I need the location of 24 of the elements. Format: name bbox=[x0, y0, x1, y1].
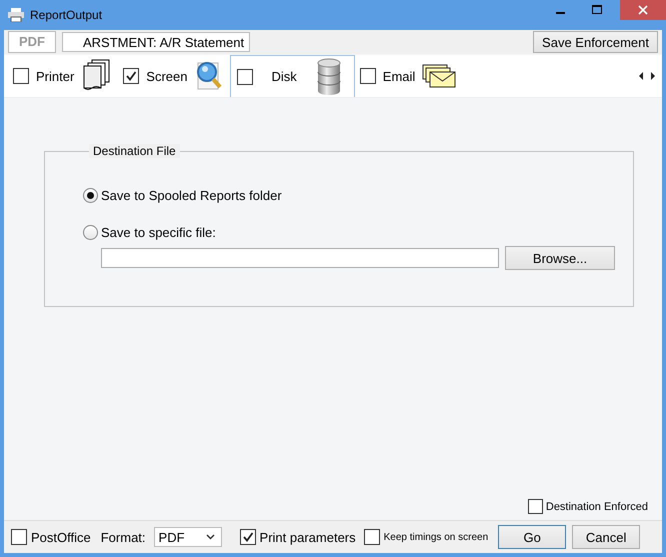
tab-label: Printer bbox=[36, 68, 74, 84]
save-enforcement-button[interactable]: Save Enforcement bbox=[533, 31, 658, 53]
postoffice-label: PostOffice bbox=[31, 530, 91, 544]
keep-timings-label: Keep timings on screen bbox=[384, 532, 488, 542]
window-title: ReportOutput bbox=[30, 8, 102, 22]
destination-enforced-label: Destination Enforced bbox=[546, 500, 648, 512]
dialog-button[interactable]: Go bbox=[498, 525, 566, 549]
group-title: Destination File bbox=[89, 144, 180, 158]
format-dropdown[interactable]: PDF bbox=[154, 527, 222, 547]
option-label: Save to specific file: bbox=[101, 225, 216, 240]
destination-tab[interactable]: Disk bbox=[230, 55, 355, 97]
format-label: PDF bbox=[8, 31, 56, 53]
format-label: Format: bbox=[100, 530, 146, 544]
tab-label: Disk bbox=[272, 69, 297, 84]
browse-button[interactable]: Browse... bbox=[505, 246, 615, 270]
print-parameters-label: Print parameters bbox=[260, 530, 356, 544]
dialog-button[interactable]: Cancel bbox=[572, 525, 640, 549]
destination-tab[interactable]: Email bbox=[354, 55, 464, 97]
report-name-field: ARSTMENT: A/R Statement bbox=[62, 32, 250, 52]
tab-label: Email bbox=[382, 68, 416, 84]
option-label: Save to Spooled Reports folder bbox=[101, 188, 282, 203]
destination-tab[interactable]: Screen bbox=[118, 55, 230, 97]
destination-tab[interactable]: Printer bbox=[8, 55, 118, 97]
tab-label: Screen bbox=[146, 68, 188, 84]
